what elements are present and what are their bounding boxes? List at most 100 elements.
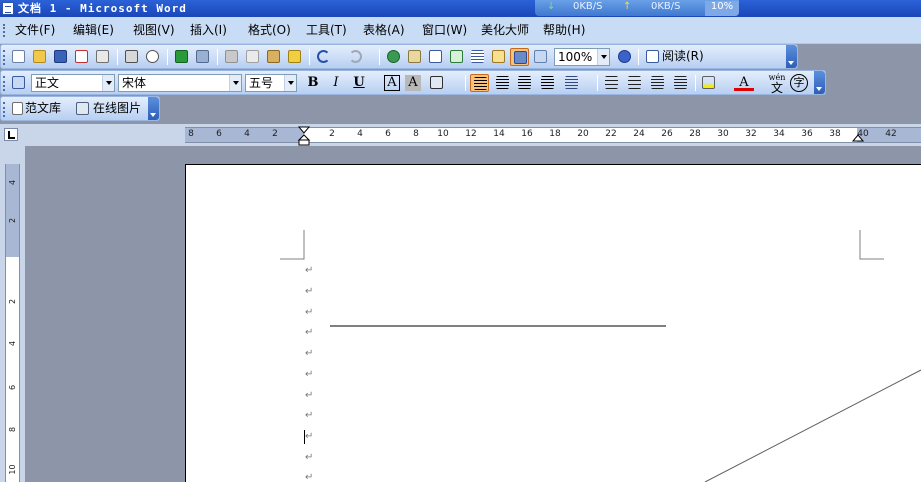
justify-button[interactable] bbox=[538, 74, 557, 92]
upload-speed: 0KB/S bbox=[651, 1, 681, 12]
hyperlink-button[interactable] bbox=[384, 48, 403, 66]
save-button[interactable] bbox=[51, 48, 70, 66]
bullets-button[interactable] bbox=[625, 74, 644, 92]
first-line-indent-marker[interactable] bbox=[298, 126, 310, 134]
online-images-button[interactable]: 在线图片 bbox=[73, 100, 149, 118]
print-button[interactable] bbox=[122, 48, 141, 66]
menu-file[interactable]: 文件(F) bbox=[15, 17, 55, 44]
ruler-tick-label: 42 bbox=[885, 129, 897, 139]
bold-button[interactable]: B bbox=[303, 74, 323, 92]
show-hide-button[interactable] bbox=[531, 48, 550, 66]
menu-help[interactable]: 帮助(H) bbox=[543, 17, 585, 44]
character-border-button[interactable]: A bbox=[384, 75, 400, 91]
research-button[interactable] bbox=[193, 48, 212, 66]
line-spacing-button[interactable] bbox=[562, 74, 581, 92]
menu-edit[interactable]: 编辑(E) bbox=[73, 17, 114, 44]
tab-selector[interactable] bbox=[4, 128, 18, 141]
insert-excel-button[interactable] bbox=[447, 48, 466, 66]
ruler-tick-label: 4 bbox=[8, 179, 17, 186]
right-indent-shape bbox=[852, 134, 864, 142]
permission-button[interactable] bbox=[72, 48, 91, 66]
undo-button[interactable] bbox=[314, 48, 333, 66]
spelling-button[interactable] bbox=[172, 48, 191, 66]
read-button[interactable]: 阅读(R) bbox=[643, 48, 704, 66]
enclose-characters-button[interactable]: 字 bbox=[790, 74, 808, 92]
drawing-button[interactable] bbox=[489, 48, 508, 66]
word-document-icon[interactable] bbox=[2, 2, 14, 15]
paragraph-mark-icon: ↵ bbox=[305, 390, 314, 401]
template-library-button[interactable]: 范文库 bbox=[9, 100, 69, 118]
printer-icon bbox=[125, 50, 138, 63]
font-color-button[interactable]: A bbox=[734, 74, 754, 91]
menu-table[interactable]: 表格(A) bbox=[363, 17, 405, 44]
ruler-tick-label: 10 bbox=[437, 129, 449, 139]
email-button[interactable] bbox=[93, 48, 112, 66]
ruler-tick-label: 18 bbox=[549, 129, 561, 139]
open-button[interactable] bbox=[30, 48, 49, 66]
character-shading-button[interactable]: A bbox=[405, 75, 421, 91]
copy-button[interactable] bbox=[243, 48, 262, 66]
align-right-button[interactable] bbox=[515, 74, 534, 92]
cut-button[interactable] bbox=[222, 48, 241, 66]
chevron-down-icon[interactable] bbox=[597, 49, 609, 65]
menu-view[interactable]: 视图(V) bbox=[133, 17, 175, 44]
new-document-button[interactable] bbox=[9, 48, 28, 66]
permission-icon bbox=[75, 50, 88, 63]
styles-formatting-button[interactable] bbox=[9, 74, 28, 92]
increase-indent-button[interactable] bbox=[671, 74, 690, 92]
font-select[interactable]: 宋体 bbox=[118, 74, 242, 92]
numbering-button[interactable] bbox=[602, 74, 621, 92]
tables-borders-button[interactable] bbox=[405, 48, 424, 66]
diagonal-line-shape[interactable] bbox=[704, 369, 921, 482]
menu-insert[interactable]: 插入(I) bbox=[190, 17, 227, 44]
chevron-down-icon[interactable] bbox=[102, 75, 114, 91]
toolbar-grip[interactable] bbox=[3, 76, 6, 91]
right-indent-marker[interactable] bbox=[852, 130, 864, 142]
font-value: 宋体 bbox=[122, 76, 147, 90]
format-painter-icon bbox=[288, 50, 301, 63]
menu-tools[interactable]: 工具(T) bbox=[306, 17, 347, 44]
underline-button[interactable]: U bbox=[349, 74, 369, 92]
align-left-button[interactable] bbox=[470, 74, 489, 92]
redo-button[interactable] bbox=[346, 48, 365, 66]
print-preview-icon bbox=[146, 50, 159, 63]
chevron-down-icon[interactable] bbox=[284, 75, 296, 91]
toolbar-grip[interactable] bbox=[3, 102, 6, 117]
chevron-down-icon[interactable] bbox=[229, 75, 241, 91]
columns-button[interactable] bbox=[468, 48, 487, 66]
character-scaling-button[interactable] bbox=[427, 74, 446, 92]
document-map-button[interactable] bbox=[510, 48, 529, 66]
font-size-select[interactable]: 五号 bbox=[245, 74, 297, 92]
toolbar-options-chevron[interactable] bbox=[814, 71, 825, 94]
menu-grip[interactable] bbox=[3, 24, 6, 37]
style-select[interactable]: 正文 bbox=[31, 74, 115, 92]
styles-icon bbox=[12, 76, 25, 89]
decrease-indent-button[interactable] bbox=[648, 74, 667, 92]
highlight-button[interactable] bbox=[699, 74, 718, 92]
print-preview-button[interactable] bbox=[143, 48, 162, 66]
formatting-toolbar: 正文 宋体 五号 B I U A A A wén 文 字 bbox=[0, 70, 826, 95]
phonetic-guide-char[interactable]: 文 bbox=[767, 82, 787, 94]
indent-marker[interactable] bbox=[298, 126, 310, 146]
toolbar-options-chevron[interactable] bbox=[786, 45, 797, 68]
insert-table-button[interactable] bbox=[426, 48, 445, 66]
separator bbox=[309, 49, 310, 65]
left-indent-marker[interactable] bbox=[298, 139, 310, 146]
format-painter-button[interactable] bbox=[285, 48, 304, 66]
menu-beautify[interactable]: 美化大师 bbox=[481, 17, 529, 44]
paragraph-mark-icon: ↵ bbox=[305, 307, 314, 318]
toolbar-options-chevron[interactable] bbox=[148, 97, 159, 120]
hanging-indent-marker[interactable] bbox=[298, 134, 310, 141]
paragraph-mark-icon: ↵ bbox=[305, 265, 314, 276]
italic-button[interactable]: I bbox=[326, 74, 346, 92]
ruler-tick-label: 14 bbox=[493, 129, 505, 139]
menu-window[interactable]: 窗口(W) bbox=[422, 17, 467, 44]
paste-button[interactable] bbox=[264, 48, 283, 66]
toolbar-grip[interactable] bbox=[3, 50, 6, 65]
align-center-button[interactable] bbox=[493, 74, 512, 92]
text-cursor bbox=[304, 430, 305, 444]
menu-format[interactable]: 格式(O) bbox=[248, 17, 291, 44]
folder-open-icon bbox=[33, 50, 46, 63]
zoom-select[interactable]: 100% bbox=[554, 48, 610, 66]
help-button[interactable] bbox=[615, 48, 634, 66]
